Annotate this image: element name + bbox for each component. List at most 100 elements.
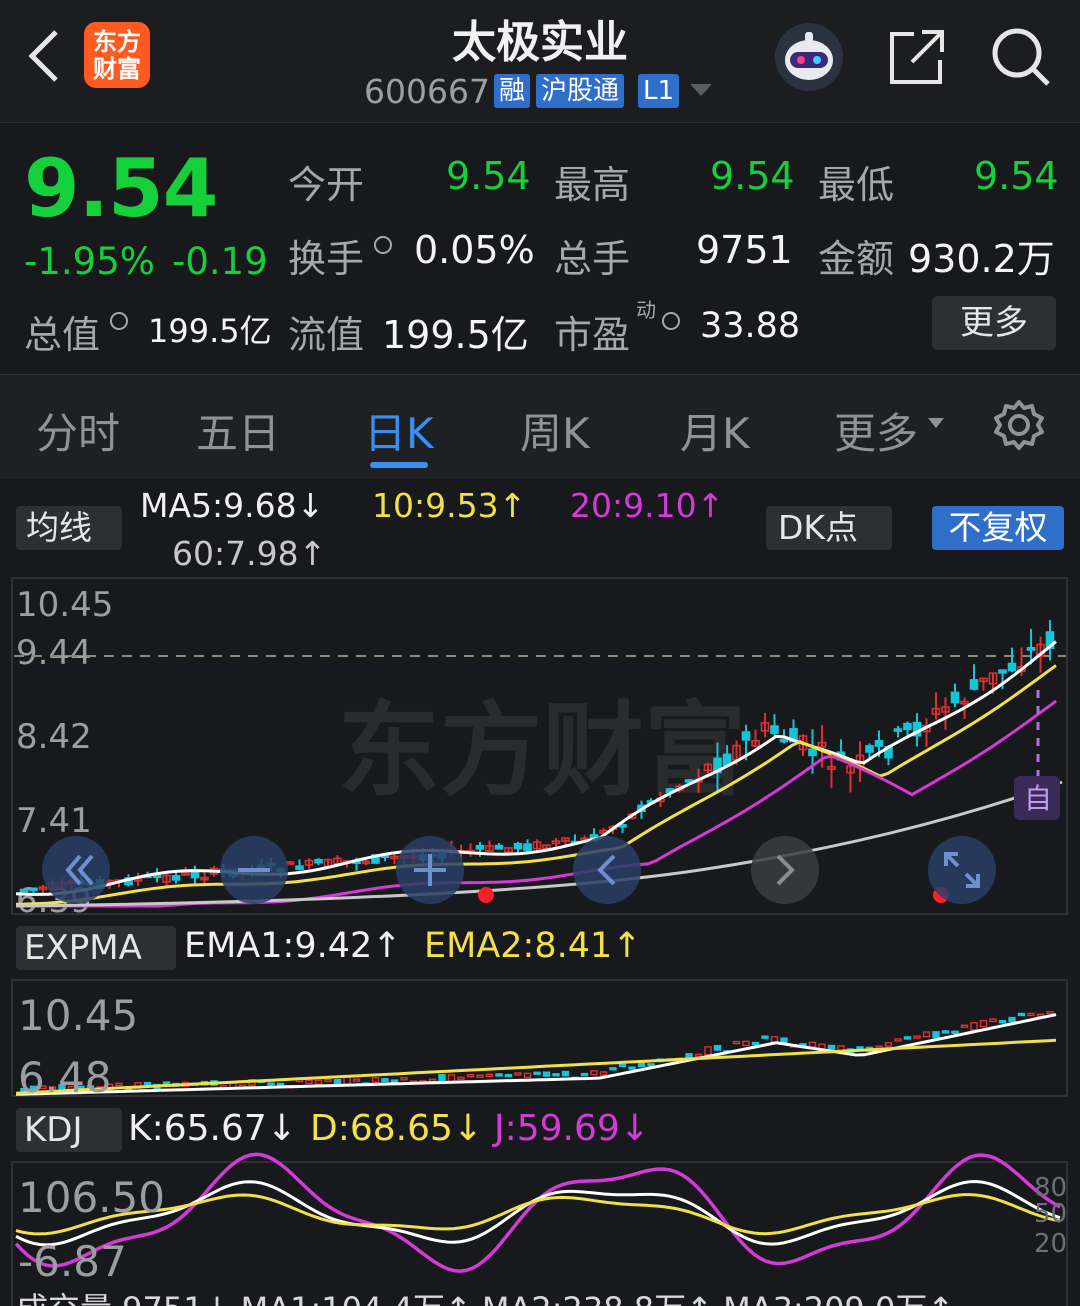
change-percent: -1.95% xyxy=(24,240,155,283)
expma-candle xyxy=(732,1040,741,1045)
expma-candle xyxy=(941,1030,950,1034)
tab-more[interactable]: 更多 xyxy=(834,400,918,461)
expma-candle xyxy=(561,1070,570,1077)
hk-connect-badge: 沪股通 xyxy=(536,74,625,108)
info-icon[interactable] xyxy=(662,312,680,330)
robot-assistant-icon[interactable] xyxy=(774,22,844,92)
kdj-tick: 20 xyxy=(1034,1229,1067,1259)
axis-label: 8.42 xyxy=(16,717,92,757)
scroll-left-button[interactable] xyxy=(573,836,641,904)
fullscreen-button[interactable] xyxy=(928,836,996,904)
expma-axis-bottom: 6.48 xyxy=(18,1053,112,1102)
zoom-out-button[interactable] xyxy=(220,836,288,904)
tab-daily-k[interactable]: 日K xyxy=(364,400,434,461)
candle xyxy=(304,858,314,869)
expma-candle xyxy=(352,1078,361,1082)
search-icon[interactable] xyxy=(990,26,1052,88)
signal-dot xyxy=(478,887,494,903)
candle xyxy=(314,857,323,866)
expma-candle xyxy=(428,1078,437,1083)
zoom-in-button[interactable] xyxy=(396,836,464,904)
amount-value: 930.2万 xyxy=(908,237,1055,281)
candle xyxy=(922,718,931,747)
expma-candle xyxy=(143,1081,152,1086)
expma-candle xyxy=(761,1035,769,1039)
expma-candle xyxy=(343,1076,351,1086)
kdj-d-label: D:68.65↓ xyxy=(310,1108,484,1149)
expma-candle xyxy=(514,1072,522,1076)
kline-chart[interactable]: 东方财富 10.45 9.44 8.42 7.41 6.39 自 10.45 6… xyxy=(0,478,1080,1306)
candle xyxy=(969,664,979,691)
scroll-left-fast-button[interactable] xyxy=(42,836,110,904)
expma-candle xyxy=(276,1082,285,1087)
expma-axis-top: 10.45 xyxy=(18,991,138,1040)
expma-candle xyxy=(932,1031,940,1039)
expma-candle xyxy=(466,1074,475,1078)
expma-candle xyxy=(162,1081,171,1085)
candle xyxy=(466,843,475,857)
ema2-label: EMA2:8.41↑ xyxy=(424,926,642,966)
candle xyxy=(770,714,779,738)
expma-candle xyxy=(618,1063,627,1068)
turnover-value: 0.05% xyxy=(414,228,535,272)
more-quote-button[interactable]: 更多 xyxy=(932,296,1056,350)
tab-weekly-k[interactable]: 周K xyxy=(520,400,590,461)
back-arrow-icon[interactable] xyxy=(24,26,64,86)
expma-candle xyxy=(903,1036,912,1040)
logo-text-1: 东方 xyxy=(93,27,141,56)
tab-five-day[interactable]: 五日 xyxy=(196,400,280,461)
margin-badge: 融 xyxy=(494,74,531,108)
kdj-selector-label: KDJ xyxy=(24,1110,83,1150)
info-icon[interactable] xyxy=(110,312,128,330)
pe-label: 市盈 xyxy=(554,313,631,357)
expma-selector[interactable]: EXPMA xyxy=(16,926,176,970)
expma-candle xyxy=(808,1041,817,1048)
pe-superscript: 动 xyxy=(636,298,656,322)
expma-candle xyxy=(115,1082,123,1087)
info-icon[interactable] xyxy=(374,236,392,254)
candle xyxy=(171,872,181,884)
settings-gear-icon[interactable] xyxy=(992,398,1046,452)
open-label: 今开 xyxy=(288,163,365,207)
expma-candle xyxy=(970,1022,978,1031)
current-price: 9.54 xyxy=(24,142,218,235)
kdj-j-label: J:59.69↓ xyxy=(494,1108,650,1149)
candle xyxy=(19,888,29,893)
expma-candle xyxy=(1017,1012,1026,1017)
candle xyxy=(751,729,760,748)
expma-candle xyxy=(628,1066,636,1070)
code-dropdown-icon[interactable] xyxy=(690,84,712,98)
expma-candle xyxy=(951,1030,959,1035)
share-icon[interactable] xyxy=(888,28,946,86)
pe-value: 33.88 xyxy=(700,306,801,346)
candle xyxy=(1007,647,1017,673)
tab-monthly-k[interactable]: 月K xyxy=(680,400,750,461)
kdj-selector[interactable]: KDJ xyxy=(16,1108,122,1152)
volume-row: 成交量 9751↓ MA1:104.4万↑ MA2:238.8万↑ MA3:20… xyxy=(16,1290,1066,1306)
candle xyxy=(285,861,295,865)
expma-candle xyxy=(685,1053,693,1059)
expma-candle xyxy=(324,1078,332,1083)
axis-label: 9.44 xyxy=(16,633,92,673)
tab-intraday[interactable]: 分时 xyxy=(36,400,120,461)
expma-candle xyxy=(998,1020,1007,1024)
float-label: 流值 xyxy=(288,313,365,357)
expma-candle xyxy=(542,1071,551,1077)
scroll-right-button[interactable] xyxy=(751,836,819,904)
expma-candle xyxy=(599,1071,608,1076)
expma-candle xyxy=(704,1046,712,1056)
expma-candle xyxy=(457,1076,465,1081)
expma-candle xyxy=(400,1077,408,1081)
watermark: 东方财富 xyxy=(338,691,746,811)
candle xyxy=(190,865,200,886)
expma-candle xyxy=(305,1079,313,1085)
expma-candle xyxy=(609,1067,617,1071)
mktcap-value: 199.5亿 xyxy=(148,312,272,350)
expma-candle xyxy=(1008,1016,1016,1023)
app-logo[interactable]: 东方 财富 xyxy=(84,22,150,88)
expma-candle xyxy=(314,1079,323,1085)
kdj-axis-bottom: -6.87 xyxy=(18,1237,127,1286)
expma-candle xyxy=(533,1071,541,1075)
expma-candle xyxy=(438,1073,446,1082)
expma-candle xyxy=(1027,1012,1035,1017)
